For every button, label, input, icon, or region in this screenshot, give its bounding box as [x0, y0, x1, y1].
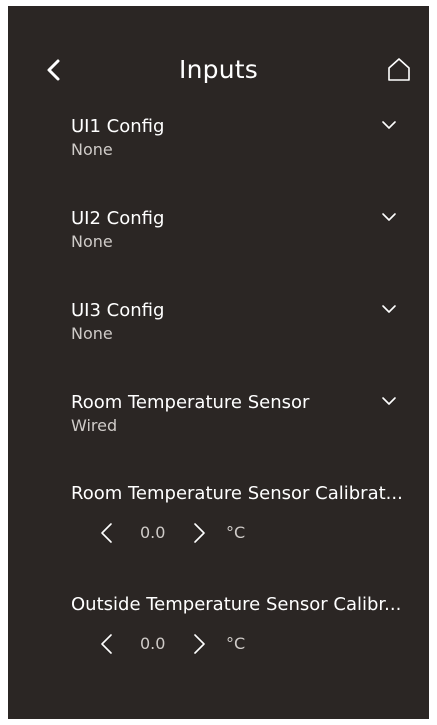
increment-button[interactable]: [190, 521, 208, 545]
decrement-button[interactable]: [98, 521, 116, 545]
header: Inputs: [8, 50, 429, 90]
chevron-down-icon[interactable]: [380, 394, 398, 408]
calibration-unit: °C: [226, 634, 246, 653]
outside-temperature-calibration-row: Outside Temperature Sensor Calibr... 0.0…: [8, 594, 429, 664]
chevron-down-icon[interactable]: [380, 118, 398, 132]
room-temperature-sensor-row[interactable]: Room Temperature Sensor Wired: [8, 392, 429, 440]
ui1-config-title: UI1 Config: [71, 116, 165, 137]
calibration-unit: °C: [226, 523, 246, 542]
inputs-screen: Inputs UI1 Config None UI2 Config None U…: [8, 6, 429, 719]
ui2-config-value: None: [71, 232, 113, 251]
room-temperature-sensor-title: Room Temperature Sensor: [71, 392, 310, 413]
chevron-down-icon[interactable]: [380, 210, 398, 224]
chevron-left-icon: [101, 523, 112, 543]
home-icon: [388, 58, 410, 81]
room-temperature-calibration-row: Room Temperature Sensor Calibrat... 0.0 …: [8, 483, 429, 553]
ui1-config-row[interactable]: UI1 Config None: [8, 116, 429, 164]
ui2-config-row[interactable]: UI2 Config None: [8, 208, 429, 256]
calibration-value: 0.0: [140, 634, 166, 653]
decrement-button[interactable]: [98, 632, 116, 656]
calibration-value: 0.0: [140, 523, 166, 542]
room-temperature-calibration-stepper: 0.0 °C: [98, 519, 298, 547]
chevron-right-icon: [194, 523, 205, 543]
ui3-config-value: None: [71, 324, 113, 343]
chevron-down-icon[interactable]: [380, 302, 398, 316]
chevron-left-icon: [101, 634, 112, 654]
outside-temperature-calibration-stepper: 0.0 °C: [98, 630, 298, 658]
increment-button[interactable]: [190, 632, 208, 656]
home-button[interactable]: [386, 56, 412, 84]
chevron-right-icon: [194, 634, 205, 654]
ui2-config-title: UI2 Config: [71, 208, 165, 229]
room-temperature-calibration-title: Room Temperature Sensor Calibrat...: [71, 483, 403, 504]
ui3-config-title: UI3 Config: [71, 300, 165, 321]
room-temperature-sensor-value: Wired: [71, 416, 118, 435]
outside-temperature-calibration-title: Outside Temperature Sensor Calibr...: [71, 594, 402, 615]
ui3-config-row[interactable]: UI3 Config None: [8, 300, 429, 348]
ui1-config-value: None: [71, 140, 113, 159]
page-title: Inputs: [179, 55, 258, 84]
